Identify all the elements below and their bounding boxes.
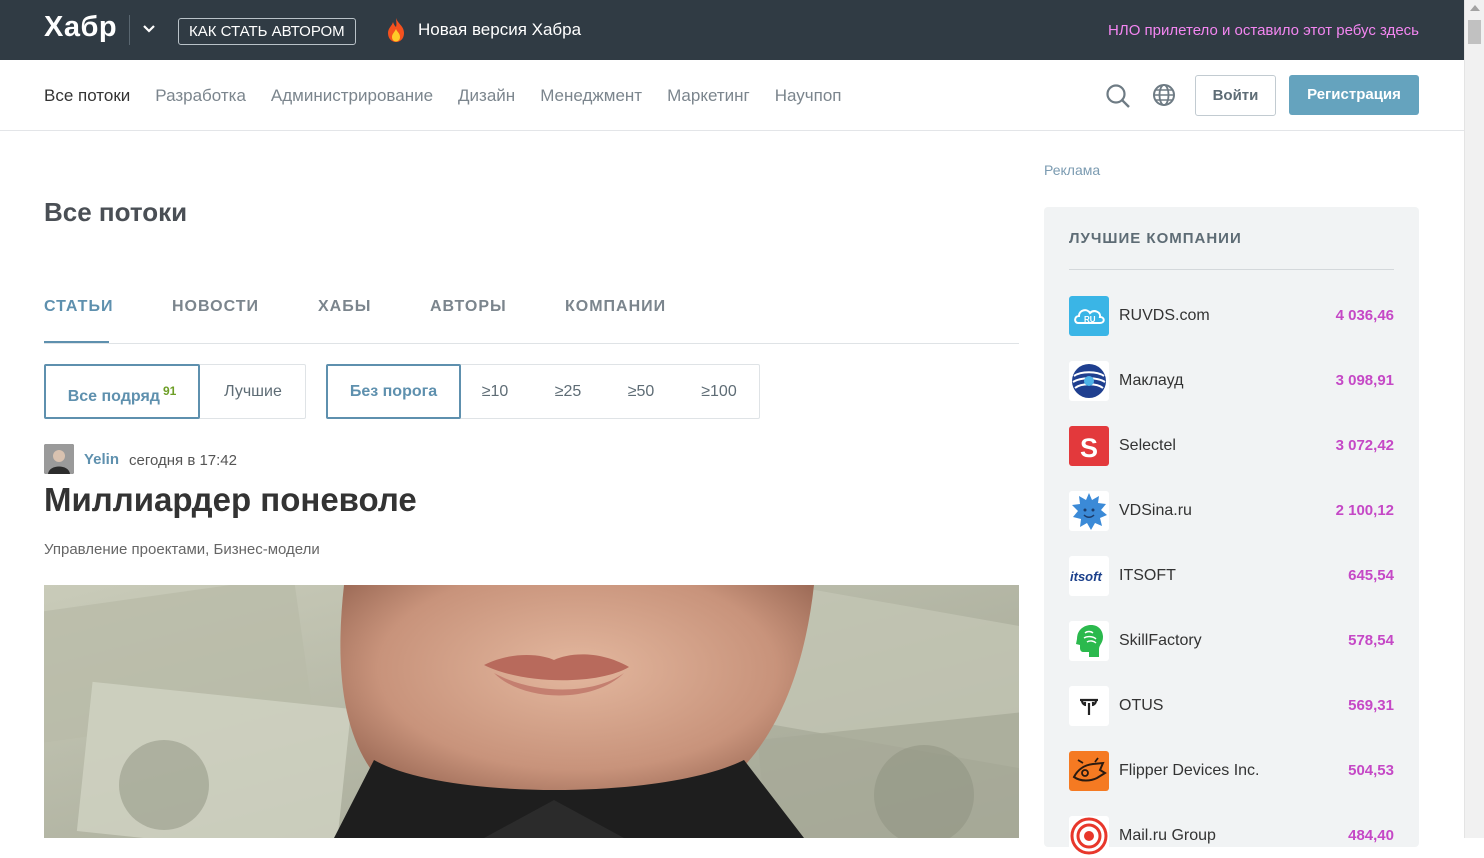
nav-item-development[interactable]: Разработка [155, 86, 246, 106]
post-image[interactable] [44, 585, 1019, 838]
company-name: Flipper Devices Inc. [1119, 762, 1260, 779]
company-name: Маклауд [1119, 372, 1184, 389]
logo-divider [129, 15, 130, 45]
nav-item-popsci[interactable]: Научпоп [775, 86, 842, 106]
tab-articles[interactable]: СТАТЬИ [44, 298, 113, 316]
new-posts-count: 91 [162, 384, 177, 398]
threshold-filter-group: Без порога ≥10 ≥25 ≥50 ≥100 [326, 364, 760, 419]
company-item[interactable]: S Selectel 3 072,42 [1069, 426, 1394, 468]
filter-threshold-50[interactable]: ≥50 [606, 365, 676, 418]
sort-filter-group: Все подряд 91 Лучшие [44, 364, 306, 419]
company-name: Mail.ru Group [1119, 827, 1216, 844]
companies-title: ЛУЧШИЕ КОМПАНИИ [1069, 230, 1242, 247]
tab-authors[interactable]: АВТОРЫ [430, 298, 507, 316]
post-hubs[interactable]: Управление проектами, Бизнес-модели [44, 541, 320, 558]
chevron-down-icon[interactable] [140, 20, 158, 38]
company-item[interactable]: RU RUVDS.com 4 036,46 [1069, 296, 1394, 338]
nav-item-management[interactable]: Менеджмент [540, 86, 642, 106]
nav-item-all[interactable]: Все потоки [44, 86, 130, 106]
svg-text:itsoft: itsoft [1070, 569, 1102, 584]
ruvds-logo-icon: RU [1069, 296, 1109, 336]
globe-icon[interactable] [1152, 83, 1176, 107]
tab-companies[interactable]: КОМПАНИИ [565, 298, 666, 316]
nav-item-admin[interactable]: Администрирование [271, 86, 433, 106]
company-rating: 504,53 [1348, 762, 1394, 779]
company-rating: 484,40 [1348, 827, 1394, 844]
company-rating: 578,54 [1348, 632, 1394, 649]
scroll-up-arrow-icon[interactable] [1470, 5, 1480, 11]
itsoft-logo-icon: itsoft [1069, 556, 1109, 596]
flows-nav: Все потоки Разработка Администрирование … [0, 60, 1464, 131]
author-avatar[interactable] [44, 444, 74, 474]
company-name: RUVDS.com [1119, 307, 1210, 324]
filter-threshold-100[interactable]: ≥100 [679, 365, 759, 418]
scrollbar[interactable] [1464, 0, 1484, 838]
svg-text:S: S [1080, 433, 1098, 463]
filter-all-label: Все подряд [67, 388, 160, 405]
flipper-logo-icon [1069, 751, 1109, 791]
login-button[interactable]: Войти [1195, 75, 1276, 116]
top-bar: Хабр КАК СТАТЬ АВТОРОМ Новая версия Хабр… [0, 0, 1464, 60]
ufo-link[interactable]: НЛО прилетело и оставило этот ребус здес… [1108, 22, 1419, 39]
ad-label: Реклама [1044, 162, 1101, 178]
company-name: SkillFactory [1119, 632, 1202, 649]
company-item[interactable]: itsoft ITSOFT 645,54 [1069, 556, 1394, 598]
active-tab-indicator [44, 341, 109, 343]
filter-no-threshold[interactable]: Без порога [326, 364, 461, 419]
company-item[interactable]: Flipper Devices Inc. 504,53 [1069, 751, 1394, 793]
top-companies-widget: ЛУЧШИЕ КОМПАНИИ RU RUVDS.com 4 036,46 Ма… [1044, 207, 1419, 856]
filter-all[interactable]: Все подряд 91 [44, 364, 200, 419]
companies-divider [1069, 269, 1394, 270]
content-tabs: СТАТЬИ НОВОСТИ ХАБЫ АВТОРЫ КОМПАНИИ [44, 296, 1019, 344]
scrollbar-thumb[interactable] [1468, 20, 1481, 44]
company-rating: 3 072,42 [1335, 437, 1394, 454]
vdsina-logo-icon [1069, 491, 1109, 531]
become-author-button[interactable]: КАК СТАТЬ АВТОРОМ [178, 18, 356, 45]
company-item[interactable]: VDSina.ru 2 100,12 [1069, 491, 1394, 533]
company-name: OTUS [1119, 697, 1164, 714]
filter-threshold-10[interactable]: ≥10 [461, 365, 529, 418]
nav-item-design[interactable]: Дизайн [458, 86, 515, 106]
company-rating: 569,31 [1348, 697, 1394, 714]
page-title: Все потоки [44, 197, 188, 227]
nav-item-marketing[interactable]: Маркетинг [667, 86, 750, 106]
otus-logo-icon [1069, 686, 1109, 726]
post-title[interactable]: Миллиардер поневоле [44, 481, 417, 519]
register-button[interactable]: Регистрация [1289, 75, 1419, 115]
company-rating: 645,54 [1348, 567, 1394, 584]
habr-logo[interactable]: Хабр [44, 11, 117, 44]
company-rating: 3 098,91 [1335, 372, 1394, 389]
company-item[interactable]: OTUS 569,31 [1069, 686, 1394, 728]
company-item[interactable]: Маклауд 3 098,91 [1069, 361, 1394, 403]
company-rating: 2 100,12 [1335, 502, 1394, 519]
filter-best[interactable]: Лучшие [200, 365, 306, 418]
fire-icon [388, 18, 404, 42]
company-item[interactable]: SkillFactory 578,54 [1069, 621, 1394, 663]
company-name: VDSina.ru [1119, 502, 1192, 519]
author-name[interactable]: Yelin [84, 451, 119, 468]
mailru-logo-icon [1069, 816, 1109, 856]
maclaud-logo-icon [1069, 361, 1109, 401]
company-name: Selectel [1119, 437, 1176, 454]
filter-threshold-25[interactable]: ≥25 [533, 365, 603, 418]
tab-hubs[interactable]: ХАБЫ [318, 298, 371, 316]
skillfactory-logo-icon [1069, 621, 1109, 661]
company-item[interactable]: Mail.ru Group 484,40 [1069, 816, 1394, 858]
new-version-link[interactable]: Новая версия Хабра [418, 20, 581, 40]
company-name: ITSOFT [1119, 567, 1176, 584]
company-rating: 4 036,46 [1335, 307, 1394, 324]
svg-text:RU: RU [1084, 315, 1096, 324]
search-icon[interactable] [1105, 83, 1131, 109]
tab-news[interactable]: НОВОСТИ [172, 298, 259, 316]
selectel-logo-icon: S [1069, 426, 1109, 466]
post-time: сегодня в 17:42 [129, 452, 237, 469]
